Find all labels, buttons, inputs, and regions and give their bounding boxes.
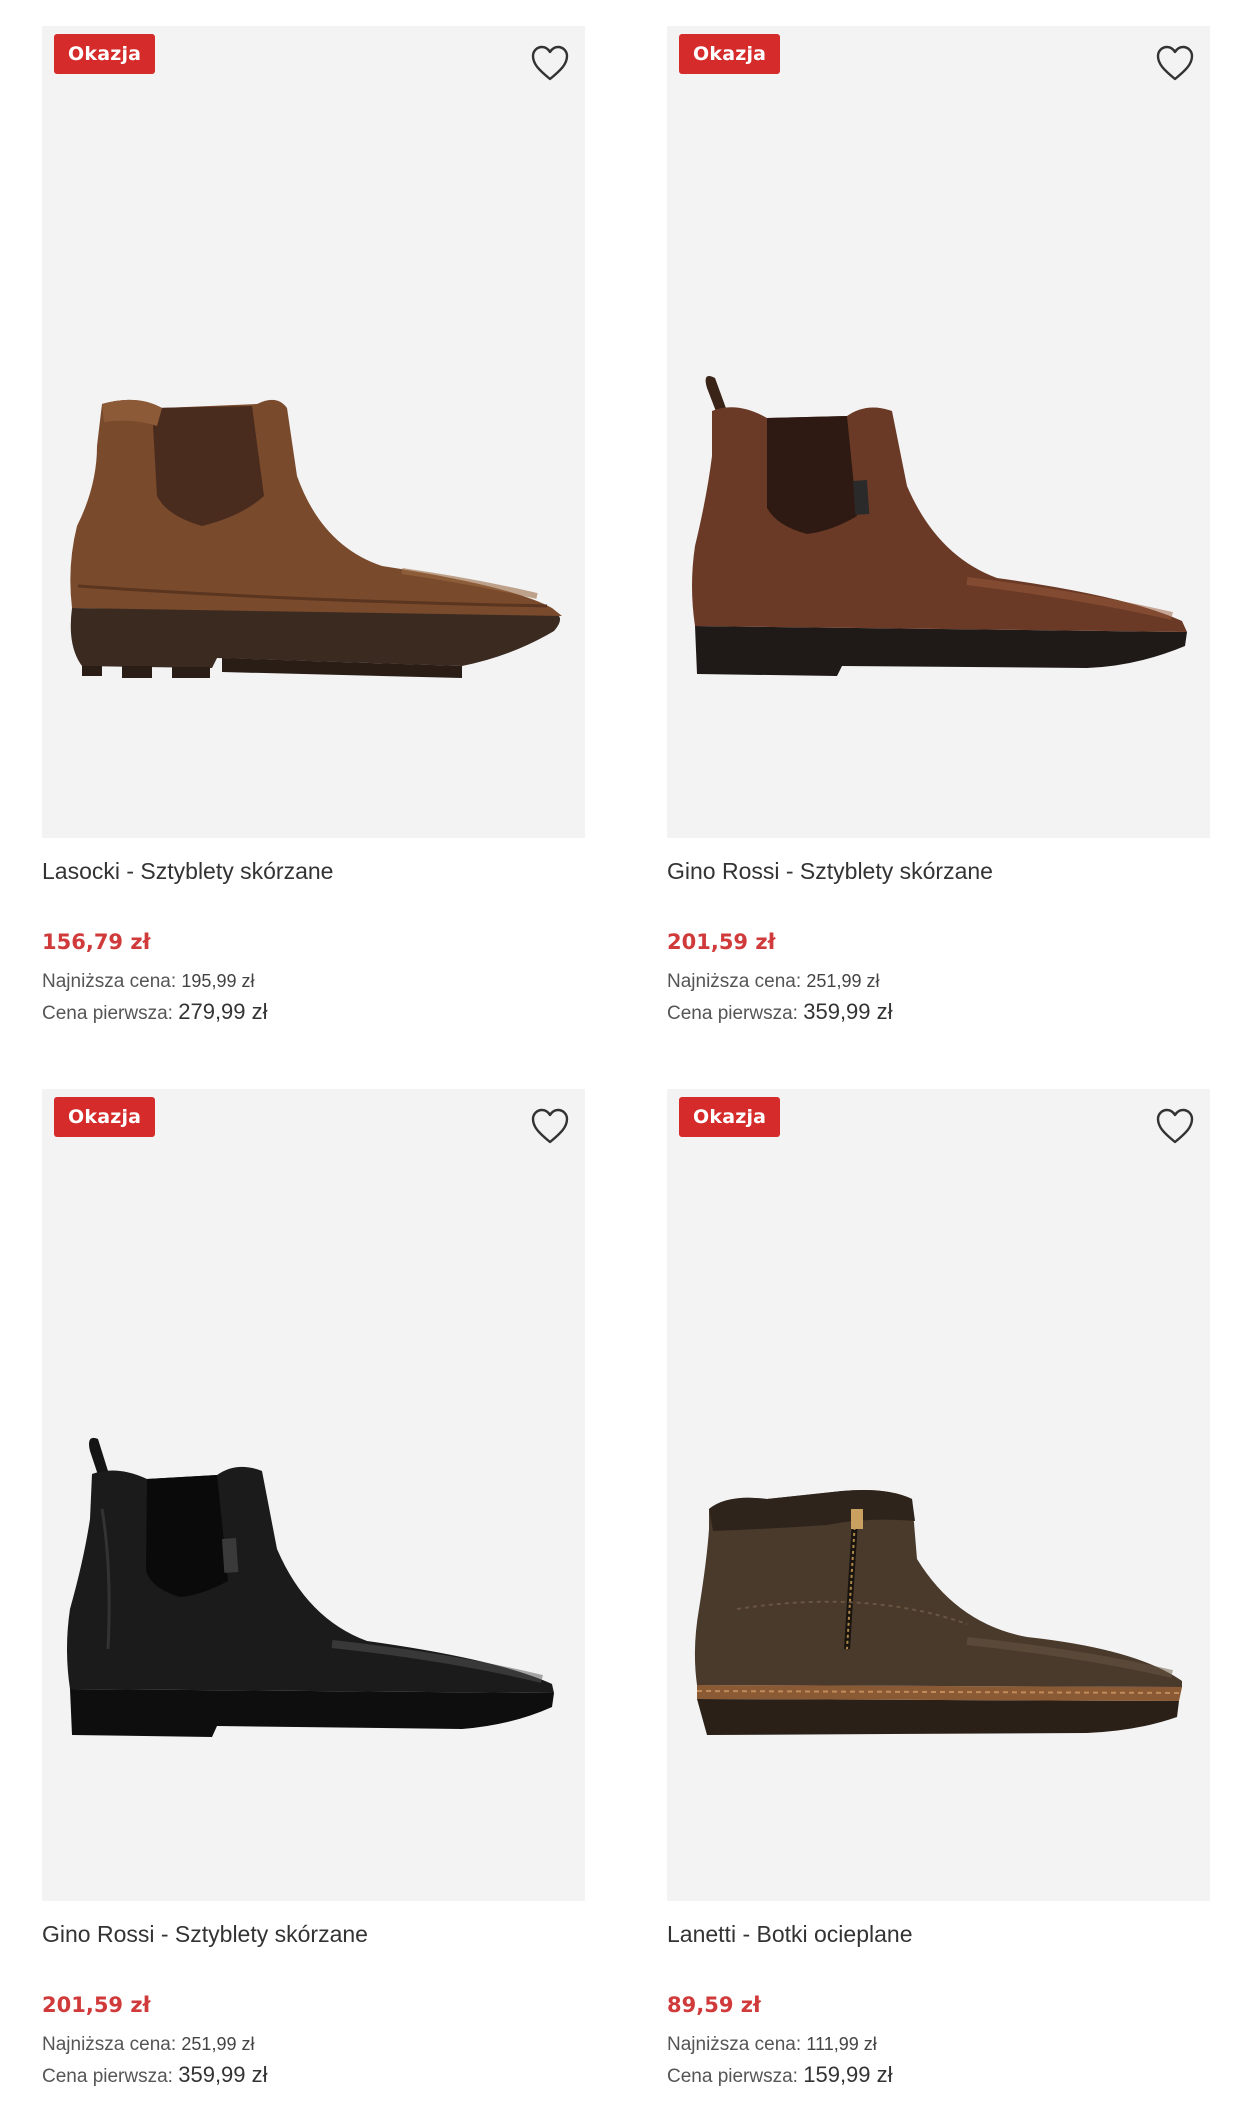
price-details: Najniższa cena: 111,99 zł Cena pierwsza:… (667, 2029, 1210, 2092)
product-title[interactable]: Gino Rossi - Sztyblety skórzane (667, 856, 1210, 886)
lowest-price-label: Najniższa cena: (667, 971, 802, 992)
product-title[interactable]: Gino Rossi - Sztyblety skórzane (42, 1919, 585, 1949)
first-price-label: Cena pierwsza: (667, 1003, 798, 1024)
product-card[interactable]: Okazja Lasocki - Sztyblety skórzane 156,… (42, 26, 585, 1029)
first-price-row: Cena pierwsza: 359,99 zł (667, 997, 1210, 1029)
first-price-value: 359,99 zł (178, 2062, 268, 2087)
product-price: 201,59 zł (667, 930, 776, 954)
deal-badge: Okazja (679, 34, 781, 74)
first-price-label: Cena pierwsza: (667, 2066, 798, 2087)
product-image[interactable]: Okazja (667, 26, 1210, 838)
heart-icon[interactable] (529, 44, 571, 84)
product-image[interactable]: Okazja (667, 1089, 1210, 1901)
product-image[interactable]: Okazja (42, 1089, 585, 1901)
black-leather-chelsea-boot-icon (67, 1437, 554, 1737)
heart-icon[interactable] (1154, 44, 1196, 84)
heart-icon[interactable] (1154, 1107, 1196, 1147)
price-details: Najniższa cena: 251,99 zł Cena pierwsza:… (42, 2029, 585, 2092)
product-image[interactable]: Okazja (42, 26, 585, 838)
first-price-label: Cena pierwsza: (42, 1003, 173, 1024)
product-price: 156,79 zł (42, 930, 151, 954)
heart-icon[interactable] (529, 1107, 571, 1147)
price-details: Najniższa cena: 195,99 zł Cena pierwsza:… (42, 966, 585, 1029)
first-price-label: Cena pierwsza: (42, 2066, 173, 2087)
lowest-price-value: 251,99 zł (181, 2034, 255, 2054)
first-price-value: 279,99 zł (178, 999, 268, 1024)
lowest-price-label: Najniższa cena: (42, 971, 177, 992)
lowest-price-row: Najniższa cena: 111,99 zł (667, 2029, 1210, 2060)
lowest-price-value: 195,99 zł (181, 971, 255, 991)
first-price-row: Cena pierwsza: 159,99 zł (667, 2060, 1210, 2092)
lowest-price-label: Najniższa cena: (667, 2034, 802, 2055)
lowest-price-value: 251,99 zł (806, 971, 880, 991)
product-card[interactable]: Okazja Lanetti - Botki ocieplane 89,59 z… (667, 1089, 1210, 2092)
lowest-price-row: Najniższa cena: 195,99 zł (42, 966, 585, 997)
product-price: 201,59 zł (42, 1993, 151, 2017)
product-card[interactable]: Okazja Gino Rossi - Sztyblety skórzane 2… (42, 1089, 585, 2092)
product-card[interactable]: Okazja Gino Rossi - Sztyblety skórzane 2… (667, 26, 1210, 1029)
price-details: Najniższa cena: 251,99 zł Cena pierwsza:… (667, 966, 1210, 1029)
lowest-price-value: 111,99 zł (806, 2034, 877, 2054)
dark-brown-zip-boot-icon (694, 1490, 1183, 1735)
lowest-price-row: Najniższa cena: 251,99 zł (42, 2029, 585, 2060)
deal-badge: Okazja (679, 1097, 781, 1137)
product-price: 89,59 zł (667, 1993, 761, 2017)
product-title[interactable]: Lasocki - Sztyblety skórzane (42, 856, 585, 886)
deal-badge: Okazja (54, 34, 156, 74)
first-price-value: 359,99 zł (803, 999, 893, 1024)
brown-leather-chelsea-boot-icon (692, 375, 1187, 676)
first-price-row: Cena pierwsza: 279,99 zł (42, 997, 585, 1029)
product-grid: Okazja Lasocki - Sztyblety skórzane 156,… (0, 0, 1250, 2123)
lowest-price-row: Najniższa cena: 251,99 zł (667, 966, 1210, 997)
first-price-row: Cena pierwsza: 359,99 zł (42, 2060, 585, 2092)
deal-badge: Okazja (54, 1097, 156, 1137)
first-price-value: 159,99 zł (803, 2062, 893, 2087)
product-title[interactable]: Lanetti - Botki ocieplane (667, 1919, 1210, 1949)
lowest-price-label: Najniższa cena: (42, 2034, 177, 2055)
brown-chelsea-boot-icon (70, 399, 562, 678)
